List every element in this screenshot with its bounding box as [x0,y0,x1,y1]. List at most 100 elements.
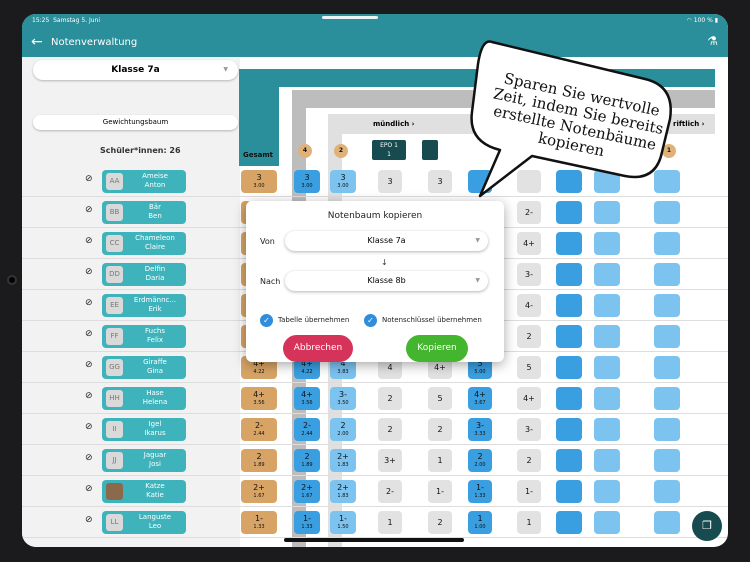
eye-off-icon[interactable]: ⊘ [85,515,93,525]
grade-cell[interactable] [654,294,680,317]
grade-cell[interactable] [594,263,620,286]
student-chip[interactable]: Katze Katie [102,480,186,503]
epo-column-header[interactable] [422,140,438,160]
grade-cell[interactable] [654,387,680,410]
weighting-tree-button[interactable]: Gewichtungsbaum [33,115,238,130]
grade-cell[interactable]: 3- [517,418,541,441]
grade-cell[interactable]: 3- 3.33 [468,418,492,441]
grade-cell[interactable]: 1 [517,511,541,534]
grade-cell[interactable] [594,232,620,255]
grade-cell[interactable] [594,480,620,503]
copy-fab[interactable]: ❐ [692,511,722,541]
grade-cell[interactable] [594,356,620,379]
grade-cell[interactable]: 2+ 1.83 [330,480,356,503]
student-chip[interactable]: HH Hase Helena [102,387,186,410]
grade-cell[interactable]: 4+ 3.56 [294,387,320,410]
column-total[interactable]: Gesamt [239,69,279,166]
eye-off-icon[interactable]: ⊘ [85,422,93,432]
grade-cell[interactable]: 2 [378,387,402,410]
eye-off-icon[interactable]: ⊘ [85,298,93,308]
grade-cell[interactable]: 2 1.89 [294,449,320,472]
student-chip[interactable]: FF Fuchs Felix [102,325,186,348]
eye-off-icon[interactable]: ⊘ [85,174,93,184]
eye-off-icon[interactable]: ⊘ [85,236,93,246]
grade-cell[interactable]: 1 1.00 [468,511,492,534]
grade-cell[interactable]: 2 2.00 [330,418,356,441]
eye-off-icon[interactable]: ⊘ [85,391,93,401]
student-chip[interactable]: EE Erdmännc... Erik [102,294,186,317]
home-indicator[interactable] [284,538,464,542]
from-select[interactable]: Klasse 7a ▼ [285,231,488,251]
grade-cell[interactable] [556,325,582,348]
grade-cell[interactable] [654,418,680,441]
grade-cell[interactable] [654,511,680,534]
grade-cell[interactable]: 2 [517,449,541,472]
eye-off-icon[interactable]: ⊘ [85,205,93,215]
grade-cell[interactable] [654,263,680,286]
grade-cell[interactable] [556,511,582,534]
grade-cell[interactable]: 3 3.00 [294,170,320,193]
grade-cell[interactable]: 1- 1.33 [294,511,320,534]
grade-cell[interactable]: 4+ [517,232,541,255]
epo-column-header[interactable]: EPO 11 [372,140,406,160]
eye-off-icon[interactable]: ⊘ [85,267,93,277]
grade-cell[interactable]: 2- [378,480,402,503]
student-chip[interactable]: GG Giraffe Gina [102,356,186,379]
grade-cell[interactable]: 3 [378,170,402,193]
class-select[interactable]: Klasse 7a ▼ [33,60,238,80]
grade-cell[interactable] [556,356,582,379]
grade-cell[interactable]: 3- 3.50 [330,387,356,410]
grade-cell[interactable]: 2 [517,325,541,348]
grade-cell[interactable]: 1- 1.33 [468,480,492,503]
grade-cell[interactable] [654,325,680,348]
arrow-left-icon[interactable]: ← [31,34,43,50]
grade-cell[interactable]: 1 [378,511,402,534]
grade-cell[interactable]: 3- [517,263,541,286]
grade-cell[interactable]: 4+ 3.56 [241,387,277,410]
to-select[interactable]: Klasse 8b ▼ [285,271,488,291]
grade-cell[interactable] [556,263,582,286]
grade-cell[interactable]: 1- 1.50 [330,511,356,534]
grade-cell[interactable]: 1 [428,449,452,472]
student-chip[interactable]: BB Bär Ben [102,201,186,224]
grade-cell[interactable]: 2- 2.44 [294,418,320,441]
multitasking-indicator[interactable] [322,16,378,19]
student-chip[interactable]: JJ Jaguar Josi [102,449,186,472]
checkbox-table[interactable]: ✓ [260,314,273,327]
grade-cell[interactable] [594,294,620,317]
checkbox-gradekey[interactable]: ✓ [364,314,377,327]
grade-cell[interactable]: 2 [378,418,402,441]
grade-cell[interactable]: 5 [517,356,541,379]
eye-off-icon[interactable]: ⊘ [85,329,93,339]
grade-cell[interactable]: 2+ 1.67 [241,480,277,503]
grade-cell[interactable]: 2+ 1.67 [294,480,320,503]
grade-cell[interactable] [594,449,620,472]
grade-cell[interactable]: 2+ 1.83 [330,449,356,472]
grade-cell[interactable] [594,418,620,441]
grade-cell[interactable]: 4+ 3.67 [468,387,492,410]
grade-cell[interactable]: 1- [517,480,541,503]
student-chip[interactable]: II Igel Ikarus [102,418,186,441]
student-chip[interactable]: DD Delfin Daria [102,263,186,286]
grade-cell[interactable]: 3 3.00 [241,170,277,193]
grade-cell[interactable]: 4- [517,294,541,317]
grade-cell[interactable] [556,294,582,317]
grade-cell[interactable] [556,387,582,410]
copy-button[interactable]: Kopieren [406,335,468,362]
grade-cell[interactable] [654,232,680,255]
cancel-button[interactable]: Abbrechen [283,335,353,362]
grade-cell[interactable] [594,387,620,410]
flask-icon[interactable]: ⚗ [707,34,718,48]
grade-cell[interactable] [594,511,620,534]
grade-cell[interactable]: 5 [428,387,452,410]
grade-cell[interactable]: 1- [428,480,452,503]
student-chip[interactable]: CC Chameleon Claire [102,232,186,255]
eye-off-icon[interactable]: ⊘ [85,453,93,463]
eye-off-icon[interactable]: ⊘ [85,484,93,494]
grade-cell[interactable] [556,449,582,472]
student-chip[interactable]: LL Languste Leo [102,511,186,534]
grade-cell[interactable] [556,232,582,255]
grade-cell[interactable]: 3 3.00 [330,170,356,193]
grade-cell[interactable] [556,418,582,441]
grade-cell[interactable] [556,480,582,503]
